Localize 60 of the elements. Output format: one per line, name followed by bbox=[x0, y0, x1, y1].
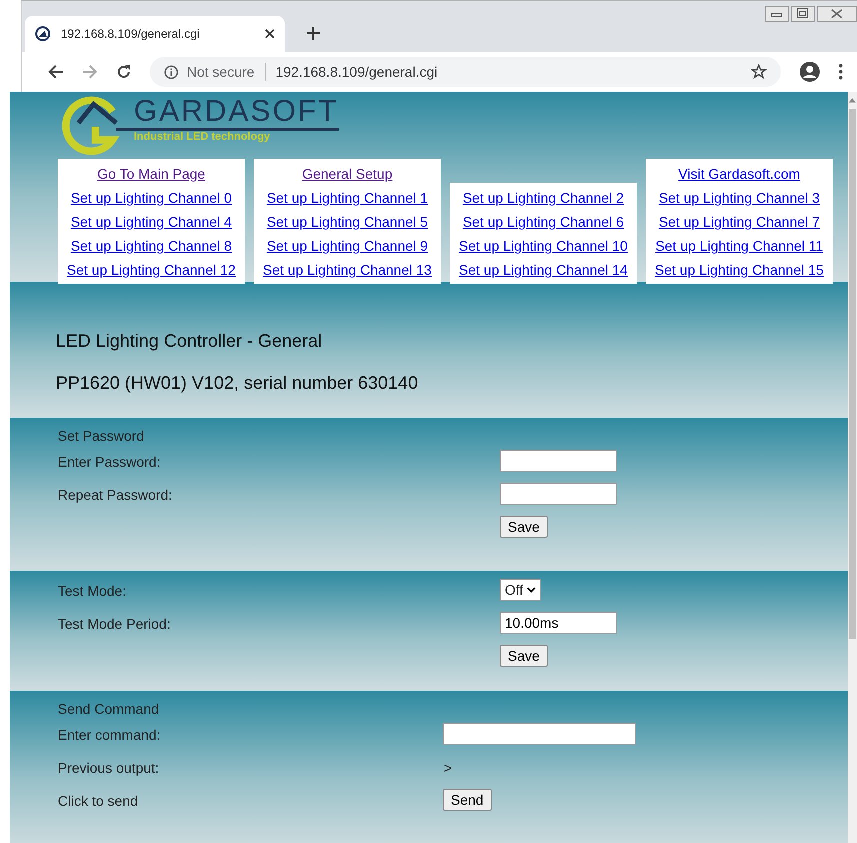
nav-link[interactable]: Go To Main Page bbox=[98, 162, 206, 186]
page-title: LED Lighting Controller - General bbox=[56, 331, 324, 352]
nav-link[interactable]: Set up Lighting Channel 13 bbox=[263, 258, 432, 282]
logo-icon bbox=[35, 26, 51, 42]
close-icon[interactable] bbox=[265, 29, 275, 39]
nav-link[interactable]: Set up Lighting Channel 10 bbox=[459, 234, 628, 258]
nav-link[interactable]: Set up Lighting Channel 12 bbox=[67, 258, 236, 282]
scroll-thumb[interactable] bbox=[849, 109, 856, 639]
nav-link[interactable]: Set up Lighting Channel 14 bbox=[459, 258, 628, 282]
output-text: > bbox=[443, 759, 452, 776]
field-label: Previous output: bbox=[58, 759, 160, 776]
section-title: Set Password bbox=[58, 428, 146, 446]
new-tab-icon[interactable] bbox=[307, 27, 320, 40]
minimize-icon[interactable] bbox=[765, 6, 789, 22]
field-label: Enter command: bbox=[58, 726, 161, 743]
restore-icon[interactable] bbox=[791, 6, 815, 22]
field-label: Repeat Password: bbox=[58, 486, 172, 503]
dropdown[interactable]: Off bbox=[500, 579, 542, 601]
field-label: Click to send bbox=[58, 792, 138, 809]
profile-icon[interactable] bbox=[799, 61, 821, 83]
section-title: Send Command bbox=[58, 701, 160, 719]
address-bar[interactable]: Not secure 192.168.8.109/general.cgi bbox=[150, 57, 781, 87]
info-icon bbox=[164, 64, 179, 80]
field-label: Test Mode: bbox=[58, 582, 126, 599]
star-icon[interactable] bbox=[751, 64, 767, 80]
form-button[interactable]: Save bbox=[500, 516, 548, 538]
input-field[interactable]: 10.00ms bbox=[500, 612, 617, 634]
scroll-up-icon[interactable] bbox=[849, 98, 856, 103]
nav-link[interactable]: Set up Lighting Channel 2 bbox=[462, 186, 624, 210]
nav-link[interactable]: Set up Lighting Channel 6 bbox=[462, 210, 624, 234]
form-button[interactable]: Send bbox=[443, 789, 492, 811]
menu-icon[interactable] bbox=[839, 64, 843, 80]
nav-link[interactable]: Visit Gardasoft.com bbox=[678, 162, 800, 186]
nav-link[interactable]: Set up Lighting Channel 5 bbox=[266, 210, 428, 234]
input-field[interactable] bbox=[500, 450, 617, 472]
tab-title: 192.168.8.109/general.cgi bbox=[61, 27, 201, 41]
nav-link[interactable]: Set up Lighting Channel 1 bbox=[266, 186, 428, 210]
nav-link[interactable]: Set up Lighting Channel 9 bbox=[266, 234, 428, 258]
form-button[interactable]: Save bbox=[500, 645, 548, 667]
nav-link[interactable]: Set up Lighting Channel 11 bbox=[656, 234, 824, 258]
input-field[interactable] bbox=[443, 723, 636, 745]
nav-link[interactable]: Set up Lighting Channel 0 bbox=[70, 186, 232, 210]
nav-link[interactable]: Set up Lighting Channel 7 bbox=[658, 210, 820, 234]
reload-icon[interactable] bbox=[116, 64, 132, 80]
nav-link[interactable]: Set up Lighting Channel 8 bbox=[70, 234, 232, 258]
nav-link[interactable]: Set up Lighting Channel 4 bbox=[70, 210, 232, 234]
field-label: Enter Password: bbox=[58, 453, 161, 470]
input-field[interactable] bbox=[500, 483, 617, 505]
nav-link[interactable]: Set up Lighting Channel 3 bbox=[658, 186, 820, 210]
field-label: Test Mode Period: bbox=[58, 615, 171, 632]
nav-link[interactable]: Set up Lighting Channel 15 bbox=[655, 258, 824, 282]
logo: GARDASOFT Industrial LED technology bbox=[58, 96, 358, 158]
chevron-down-icon bbox=[527, 587, 536, 593]
device-info: PP1620 (HW01) V102, serial number 630140 bbox=[56, 373, 420, 394]
back-arrow-icon[interactable] bbox=[48, 64, 64, 80]
nav-link[interactable]: General Setup bbox=[302, 162, 393, 186]
url-text: 192.168.8.109/general.cgi bbox=[276, 64, 439, 80]
scrollbar[interactable] bbox=[848, 92, 857, 843]
security-label: Not secure bbox=[187, 64, 255, 80]
browser-tab[interactable]: 192.168.8.109/general.cgi bbox=[25, 16, 285, 52]
